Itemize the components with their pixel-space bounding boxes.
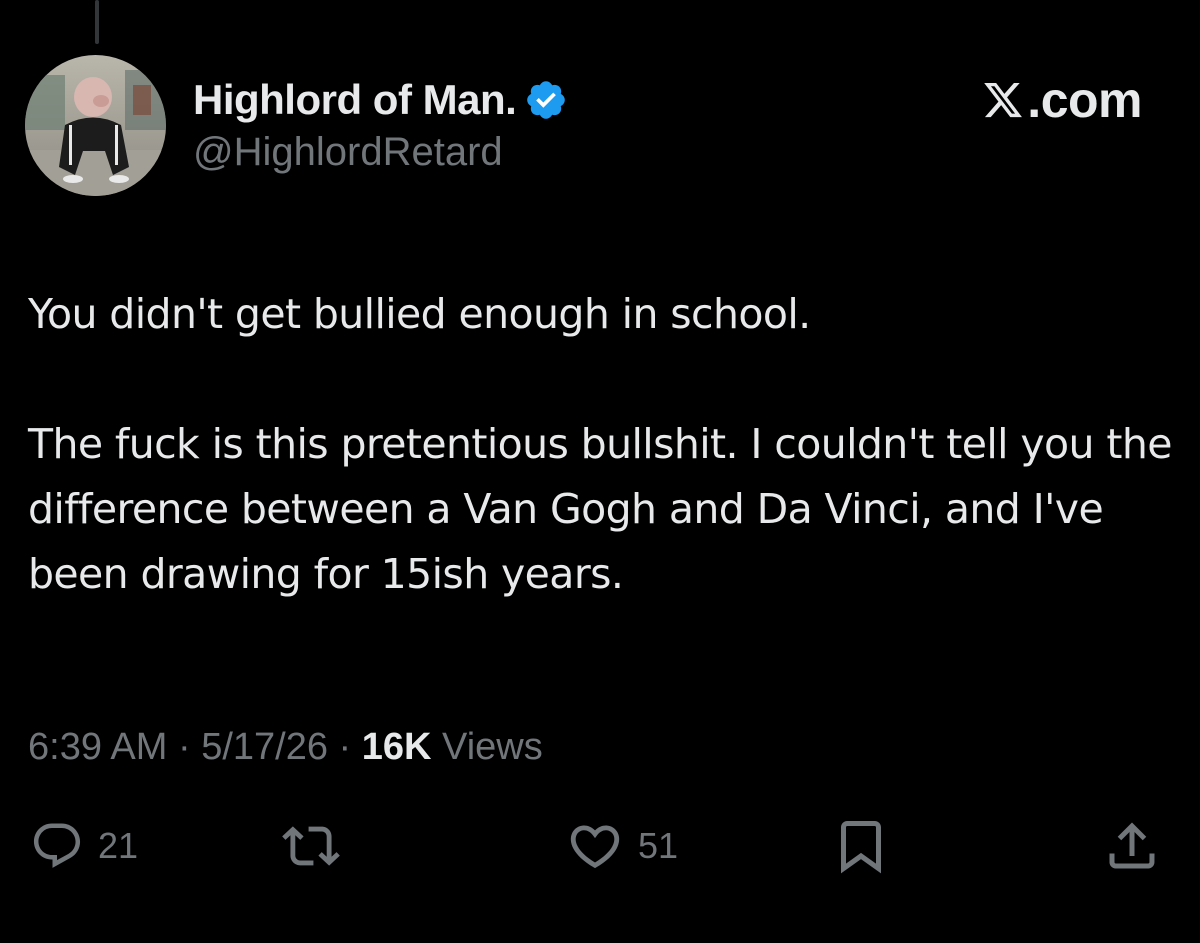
- reply-icon: [33, 823, 81, 868]
- tweet-meta: 6:39 AM · 5/17/26 · 16K Views: [28, 722, 543, 772]
- bookmark-icon: [841, 821, 881, 874]
- author-block: Highlord of Man. @HighlordRetard: [193, 74, 568, 175]
- repost-button[interactable]: [282, 814, 340, 878]
- views-label: Views: [431, 725, 543, 768]
- thread-connector-line: [95, 0, 99, 44]
- avatar-photo: [25, 55, 166, 196]
- meta-separator: ·: [328, 725, 362, 768]
- reply-count: 21: [98, 825, 139, 866]
- action-bar: 21 51: [0, 814, 1200, 878]
- avatar[interactable]: [25, 55, 166, 196]
- views-count[interactable]: 16K: [362, 726, 432, 769]
- tweet-date[interactable]: 5/17/26: [201, 726, 328, 769]
- brand-label: .com: [1027, 72, 1142, 128]
- tweet-time[interactable]: 6:39 AM: [28, 726, 167, 769]
- reply-button[interactable]: 21: [30, 814, 138, 878]
- tweet-text: You didn't get bullied enough in school.…: [28, 282, 1178, 607]
- verified-badge-icon: [527, 81, 566, 119]
- brand-watermark: .com: [981, 70, 1142, 130]
- x-logo-icon: [984, 82, 1023, 118]
- like-button[interactable]: 51: [566, 814, 678, 878]
- meta-separator: ·: [167, 725, 202, 768]
- share-icon: [1109, 822, 1155, 869]
- share-button[interactable]: [1102, 814, 1162, 878]
- heart-icon: [570, 825, 620, 869]
- tweet-paragraph: The fuck is this pretentious bullshit. I…: [28, 420, 1172, 598]
- handle[interactable]: @HighlordRetard: [193, 130, 568, 175]
- like-count: 51: [638, 825, 679, 866]
- bookmark-button[interactable]: [831, 814, 891, 878]
- name-row: Highlord of Man.: [193, 74, 568, 126]
- repost-icon: [282, 826, 340, 866]
- tweet-paragraph: You didn't get bullied enough in school.: [28, 290, 811, 338]
- display-name[interactable]: Highlord of Man.: [193, 76, 517, 124]
